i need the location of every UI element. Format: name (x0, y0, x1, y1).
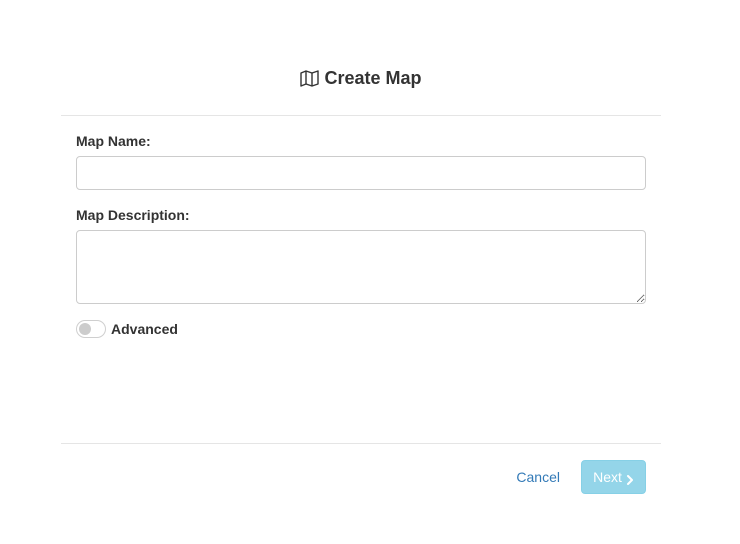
dialog-header: Create Map (61, 56, 661, 116)
advanced-toggle-row: Advanced (76, 320, 178, 338)
map-name-label: Map Name: (76, 133, 151, 149)
map-name-input[interactable] (76, 156, 646, 190)
advanced-toggle[interactable] (76, 320, 106, 338)
map-description-textarea[interactable] (76, 230, 646, 304)
dialog-footer: Cancel Next (61, 443, 661, 504)
advanced-label: Advanced (111, 321, 178, 337)
map-description-label: Map Description: (76, 207, 190, 223)
chevron-right-icon (626, 472, 634, 485)
next-button[interactable]: Next (581, 460, 646, 494)
toggle-knob (79, 323, 91, 335)
next-button-label: Next (593, 469, 622, 485)
dialog-title-text: Create Map (324, 68, 422, 88)
dialog-title: Create Map (300, 68, 422, 89)
map-icon (300, 70, 320, 87)
create-map-dialog: Create Map Map Name: Map Description: Ad… (0, 0, 740, 544)
cancel-button[interactable]: Cancel (516, 469, 560, 485)
